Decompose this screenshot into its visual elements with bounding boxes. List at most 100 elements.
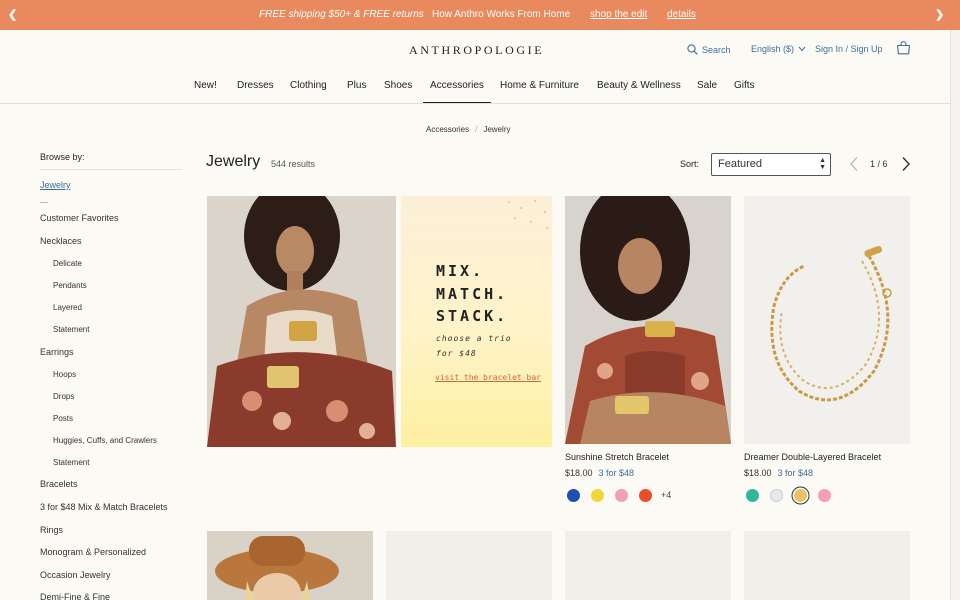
price-deal: 3 for $48: [777, 468, 814, 478]
product-image-placeholder-3[interactable]: [565, 531, 731, 600]
page-scrollbar[interactable]: [950, 30, 960, 600]
sort-value: Featured: [718, 158, 763, 170]
model-lifestyle-image[interactable]: [207, 196, 396, 447]
sidebar-item-bracelets[interactable]: Bracelets: [40, 479, 78, 489]
sidebar-item-mix-match-bracelets[interactable]: 3 for $48 Mix & Match Bracelets: [40, 502, 168, 512]
product-name-dreamer[interactable]: Dreamer Double-Layered Bracelet: [744, 452, 881, 462]
color-swatch-teal[interactable]: [746, 489, 759, 502]
sidebar-item-necklace-statement[interactable]: Statement: [53, 325, 89, 334]
sidebar-item-pendants[interactable]: Pendants: [53, 281, 87, 290]
nav-divider: [0, 103, 950, 104]
nav-item-gifts[interactable]: Gifts: [734, 80, 755, 91]
sidebar-item-drops[interactable]: Drops: [53, 392, 74, 401]
more-colors-count[interactable]: +4: [661, 490, 671, 500]
sidebar-item-demi-fine[interactable]: Demi-Fine & Fine: [40, 592, 110, 600]
shopping-bag-icon: [896, 41, 911, 55]
nav-item-plus[interactable]: Plus: [347, 80, 366, 91]
shopping-bag-button[interactable]: [896, 41, 911, 55]
decorative-dots: [507, 199, 549, 230]
chevron-right-icon[interactable]: ❯: [935, 8, 944, 21]
search-label: Search: [702, 44, 731, 55]
color-swatch-blue[interactable]: [567, 489, 580, 502]
main-nav: New! Dresses Clothing Plus Shoes Accesso…: [0, 80, 960, 104]
breadcrumb-jewelry: Jewelry: [483, 125, 511, 134]
sidebar-item-necklaces[interactable]: Necklaces: [40, 236, 82, 246]
language-selector[interactable]: English ($): [751, 44, 806, 54]
sidebar-item-earring-statement[interactable]: Statement: [53, 458, 89, 467]
nav-item-dresses[interactable]: Dresses: [237, 80, 274, 91]
sidebar-item-rings[interactable]: Rings: [40, 525, 63, 535]
promo-subline-2: for $48: [436, 349, 477, 358]
browse-by-heading: Browse by:: [40, 152, 182, 170]
chevron-down-icon: [798, 46, 806, 52]
nav-item-clothing[interactable]: Clothing: [290, 80, 327, 91]
pager-prev-icon[interactable]: [849, 156, 859, 172]
nav-item-sale[interactable]: Sale: [697, 80, 717, 91]
breadcrumb: Accessories / Jewelry: [426, 125, 510, 134]
search-button[interactable]: Search: [687, 44, 731, 55]
nav-item-new[interactable]: New!: [194, 80, 217, 91]
select-arrows-icon: ▲ ▼: [819, 157, 826, 171]
site-logo[interactable]: ANTHROPOLOGIE: [409, 43, 544, 58]
product-image-hat-model[interactable]: [207, 531, 373, 600]
bracelet-bar-link[interactable]: visit the bracelet bar: [435, 373, 541, 382]
bracelet-photo: [744, 196, 910, 444]
promo-headline-match: MATCH.: [436, 285, 509, 303]
promo-shipping-text: FREE shipping $50+ & FREE returns: [259, 9, 424, 20]
product-image-placeholder-2[interactable]: [386, 531, 552, 600]
promo-home-text: How Anthro Works From Home: [432, 9, 571, 20]
sidebar-divider: [40, 202, 48, 203]
sidebar-item-huggies[interactable]: Huggies, Cuffs, and Crawlers: [53, 436, 157, 445]
color-swatch-pink[interactable]: [615, 489, 628, 502]
color-swatch-orange[interactable]: [639, 489, 652, 502]
sidebar-item-layered[interactable]: Layered: [53, 303, 82, 312]
model-photo: [207, 196, 396, 447]
nav-item-shoes[interactable]: Shoes: [384, 80, 412, 91]
product-image-sunshine[interactable]: [565, 196, 731, 444]
nav-item-home-furniture[interactable]: Home & Furniture: [500, 80, 579, 91]
product-image-dreamer[interactable]: [744, 196, 910, 444]
price-deal: 3 for $48: [598, 468, 635, 478]
nav-item-beauty-wellness[interactable]: Beauty & Wellness: [597, 80, 681, 91]
language-label: English ($): [751, 44, 795, 54]
page-indicator: 1 / 6: [870, 159, 888, 169]
color-swatch-rose[interactable]: [818, 489, 831, 502]
product-photo: [565, 196, 731, 444]
product-price-sunshine: $18.00 3 for $48: [565, 468, 634, 478]
chevron-left-icon[interactable]: ❮: [8, 8, 17, 21]
sidebar-item-jewelry[interactable]: Jewelry: [40, 180, 71, 190]
color-swatch-silver[interactable]: [770, 489, 783, 502]
breadcrumb-accessories[interactable]: Accessories: [426, 125, 469, 134]
sort-label: Sort:: [680, 159, 700, 169]
promo-headline-mix: MIX.: [436, 262, 485, 280]
sidebar-item-hoops[interactable]: Hoops: [53, 370, 76, 379]
sidebar-item-customer-favorites[interactable]: Customer Favorites: [40, 213, 119, 223]
product-price-dreamer: $18.00 3 for $48: [744, 468, 813, 478]
nav-item-accessories[interactable]: Accessories: [423, 80, 491, 103]
hat-model-photo: [207, 531, 373, 600]
details-link[interactable]: details: [667, 9, 696, 20]
sidebar-item-occasion-jewelry[interactable]: Occasion Jewelry: [40, 570, 111, 580]
color-swatch-gold[interactable]: [794, 489, 807, 502]
promo-subline-1: choose a trio: [436, 334, 512, 343]
color-swatch-yellow[interactable]: [591, 489, 604, 502]
sign-in-link[interactable]: Sign In / Sign Up: [815, 44, 883, 54]
product-image-placeholder-4[interactable]: [744, 531, 910, 600]
result-count: 544 results: [271, 159, 316, 169]
promo-headline-stack: STACK.: [436, 307, 509, 325]
breadcrumb-separator: /: [475, 125, 478, 134]
product-name-sunshine[interactable]: Sunshine Stretch Bracelet: [565, 452, 669, 462]
pager-next-icon[interactable]: [901, 156, 911, 172]
sidebar-item-monogram[interactable]: Monogram & Personalized: [40, 547, 146, 557]
sidebar-item-posts[interactable]: Posts: [53, 414, 73, 423]
mix-match-promo[interactable]: MIX. MATCH. STACK. choose a trio for $48…: [401, 196, 552, 447]
sidebar-item-earrings[interactable]: Earrings: [40, 347, 74, 357]
search-icon: [687, 44, 698, 55]
promo-bar: ❮ FREE shipping $50+ & FREE returns How …: [0, 0, 960, 30]
browse-sidebar: Browse by: Jewelry Customer Favorites Ne…: [40, 152, 182, 600]
shop-the-edit-link[interactable]: shop the edit: [590, 9, 647, 20]
sidebar-item-delicate[interactable]: Delicate: [53, 259, 82, 268]
price-regular: $18.00: [565, 468, 593, 478]
sort-select[interactable]: Featured ▲ ▼: [711, 153, 831, 176]
page-title: Jewelry: [206, 153, 261, 170]
